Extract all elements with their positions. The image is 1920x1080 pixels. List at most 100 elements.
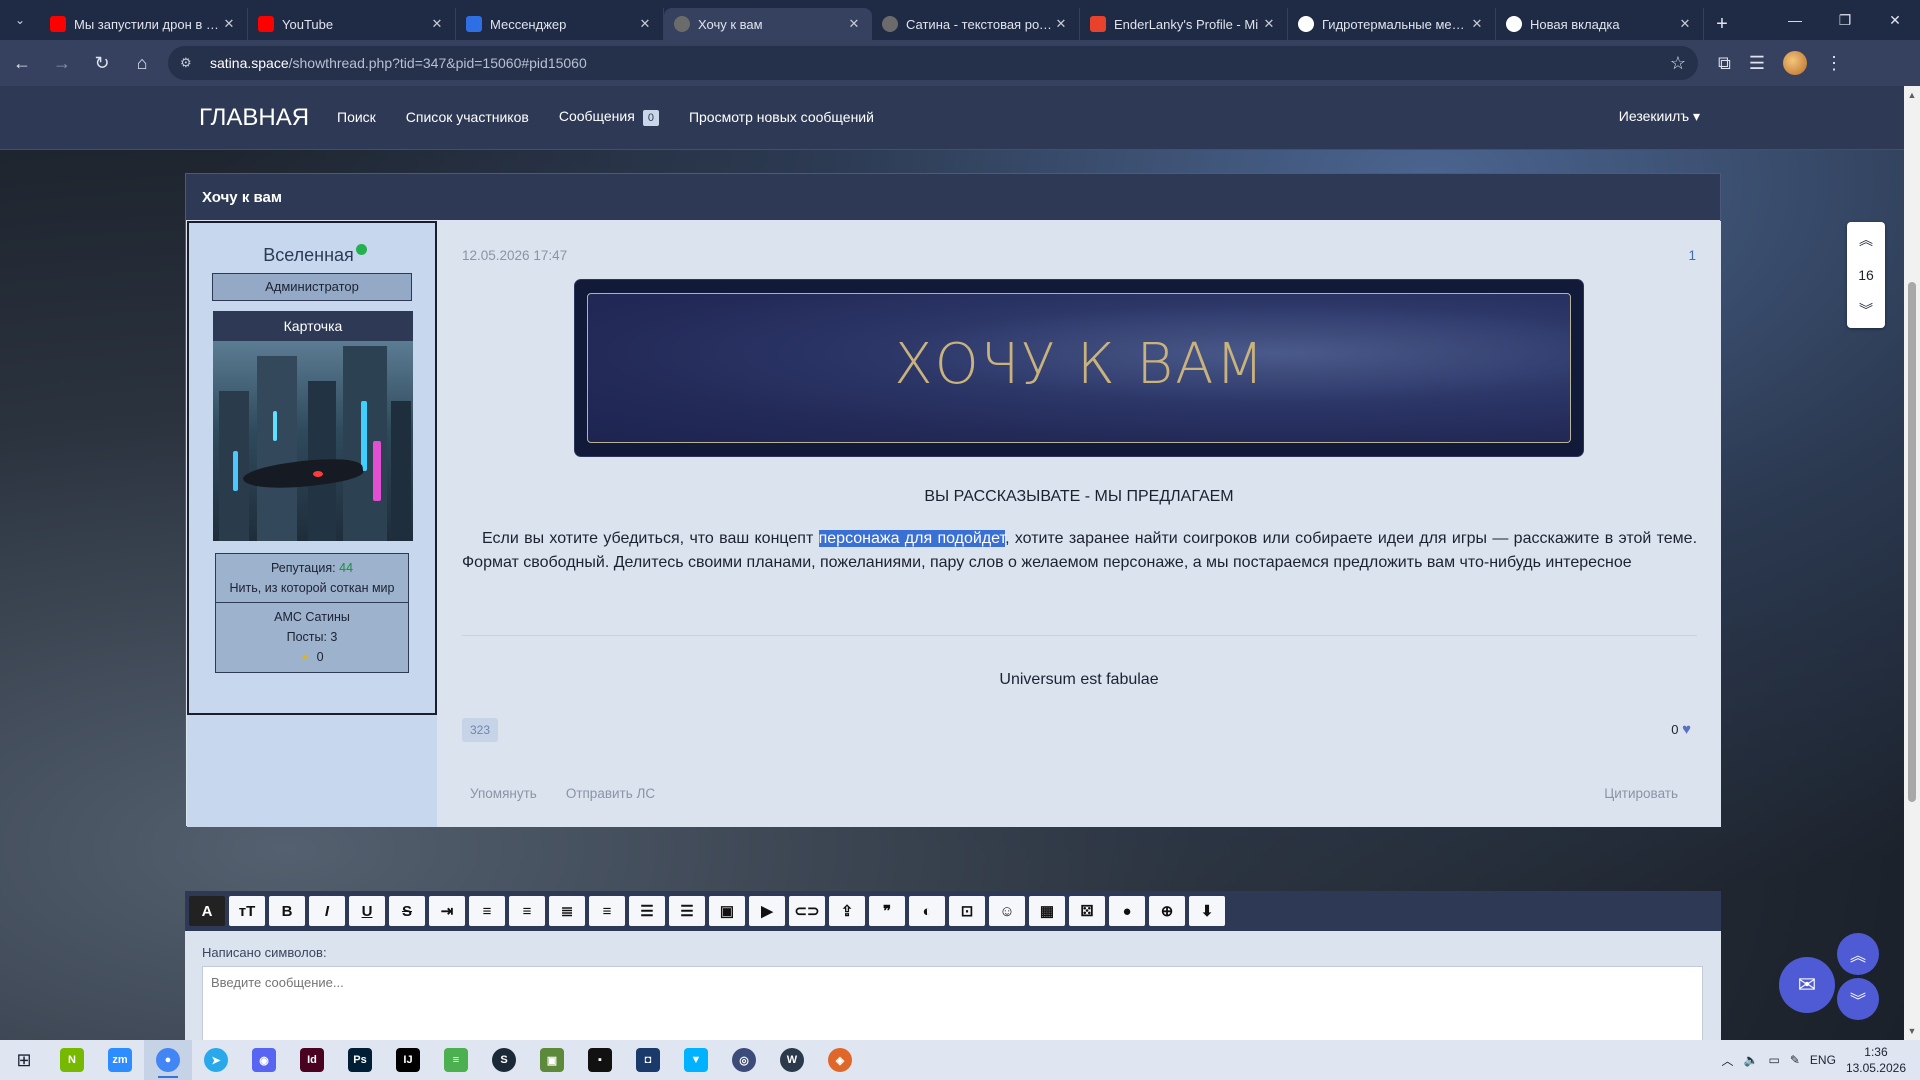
strikethrough-icon[interactable]: S: [389, 896, 425, 926]
taskbar-app-obs[interactable]: ◎: [720, 1040, 768, 1080]
browser-tab[interactable]: Сатина - текстовая ролев ✕: [872, 8, 1080, 40]
close-tab-icon[interactable]: ✕: [1469, 16, 1485, 32]
taskbar-app-steam[interactable]: S: [480, 1040, 528, 1080]
profile-avatar[interactable]: [1783, 51, 1807, 75]
font-size-icon[interactable]: тT: [229, 896, 265, 926]
minimize-icon[interactable]: —: [1770, 0, 1820, 40]
underline-icon[interactable]: U: [349, 896, 385, 926]
quote-button[interactable]: Цитировать: [1604, 786, 1678, 801]
close-tab-icon[interactable]: ✕: [429, 16, 445, 32]
taskbar-app-warcraft[interactable]: W: [768, 1040, 816, 1080]
message-input[interactable]: [202, 966, 1703, 1040]
italic-icon[interactable]: I: [309, 896, 345, 926]
chat-button[interactable]: ✉: [1779, 957, 1835, 1013]
scroll-up-arrow-icon[interactable]: ▲: [1904, 90, 1920, 100]
extensions-icon[interactable]: ⧉: [1718, 53, 1731, 74]
font-icon[interactable]: A: [189, 896, 225, 926]
close-tab-icon[interactable]: ✕: [1261, 16, 1277, 32]
dice-icon[interactable]: ⚄: [1069, 896, 1105, 926]
forward-icon[interactable]: →: [44, 45, 80, 81]
close-tab-icon[interactable]: ✕: [1677, 16, 1693, 32]
align-justify-icon[interactable]: ≣: [549, 896, 585, 926]
scroll-bottom-chevron-icon[interactable]: ︾: [1847, 292, 1885, 327]
reload-icon[interactable]: ↻: [84, 45, 120, 81]
clock[interactable]: 1:36 13.05.2026: [1846, 1044, 1906, 1076]
bold-icon[interactable]: B: [269, 896, 305, 926]
table-icon[interactable]: ▦: [1029, 896, 1065, 926]
home-link[interactable]: ГЛАВНАЯ: [199, 104, 309, 132]
insert-image-icon[interactable]: ▣: [709, 896, 745, 926]
browser-tab[interactable]: EnderLanky's Profile - Mi ✕: [1080, 8, 1288, 40]
align-center-icon[interactable]: ≡: [509, 896, 545, 926]
browser-tab[interactable]: Мессенджер ✕: [456, 8, 664, 40]
volume-icon[interactable]: 🔈: [1744, 1053, 1759, 1067]
align-right-icon[interactable]: ≡: [589, 896, 625, 926]
like-button[interactable]: 0 ♥: [1671, 721, 1691, 738]
color-palette-icon[interactable]: ◐: [909, 896, 945, 926]
tray-overflow-chevron-icon[interactable]: ︿: [1722, 1052, 1734, 1069]
author-name[interactable]: Вселенная: [263, 245, 354, 265]
close-tab-icon[interactable]: ✕: [1053, 16, 1069, 32]
home-icon[interactable]: ⌂: [124, 45, 160, 81]
close-tab-icon[interactable]: ✕: [221, 16, 237, 32]
browser-tab[interactable]: Мы запустили дрон в стр ✕: [40, 8, 248, 40]
address-bar[interactable]: ⚙ satina.space/showthread.php?tid=347&pi…: [168, 46, 1698, 80]
taskbar-app-terminal[interactable]: ▪: [576, 1040, 624, 1080]
send-pm-button[interactable]: Отправить ЛС: [566, 786, 655, 801]
character-card-title[interactable]: Карточка: [213, 311, 413, 341]
input-language[interactable]: ENG: [1810, 1053, 1836, 1067]
close-window-icon[interactable]: ✕: [1870, 0, 1920, 40]
user-tag-icon[interactable]: ●: [1109, 896, 1145, 926]
insert-link-icon[interactable]: ⊂⊃: [789, 896, 825, 926]
taskbar-app-blender[interactable]: ◈: [816, 1040, 864, 1080]
add-more-icon[interactable]: ⊕: [1149, 896, 1185, 926]
nav-messages-link[interactable]: Сообщения 0: [559, 108, 659, 126]
scroll-down-button[interactable]: ︾: [1837, 978, 1879, 1020]
reputation-value[interactable]: 44: [339, 561, 353, 575]
media-control-icon[interactable]: ☰: [1749, 53, 1765, 74]
new-tab-icon[interactable]: +: [1704, 8, 1740, 40]
taskbar-app-telegram[interactable]: ➤: [192, 1040, 240, 1080]
hide-content-lock-icon[interactable]: ⊡: [949, 896, 985, 926]
taskbar-app-zoom[interactable]: zm: [96, 1040, 144, 1080]
scroll-down-arrow-icon[interactable]: ▼: [1904, 1026, 1920, 1036]
close-tab-icon[interactable]: ✕: [637, 16, 653, 32]
current-page-number[interactable]: 16: [1847, 257, 1885, 292]
taskbar-app-photoshop[interactable]: Ps: [336, 1040, 384, 1080]
page-scrollbar[interactable]: ▲ ▼: [1904, 86, 1920, 1040]
indent-icon[interactable]: ⇥: [429, 896, 465, 926]
nav-members-link[interactable]: Список участников: [406, 109, 529, 125]
post-permalink[interactable]: 1: [1688, 248, 1696, 263]
emoji-icon[interactable]: ☺: [989, 896, 1025, 926]
insert-video-icon[interactable]: ▶: [749, 896, 785, 926]
back-icon[interactable]: ←: [4, 45, 40, 81]
nav-new-posts-link[interactable]: Просмотр новых сообщений: [689, 109, 874, 125]
windows-start-icon[interactable]: ⊞: [0, 1040, 48, 1080]
download-icon[interactable]: ⬇: [1189, 896, 1225, 926]
bookmark-star-icon[interactable]: ☆: [1670, 53, 1686, 74]
scroll-up-button[interactable]: ︽: [1837, 933, 1879, 975]
taskbar-app-discord[interactable]: ◉: [240, 1040, 288, 1080]
taskbar-app-notepad[interactable]: ≡: [432, 1040, 480, 1080]
quote-icon[interactable]: ❞: [869, 896, 905, 926]
taskbar-app-indesign[interactable]: Id: [288, 1040, 336, 1080]
taskbar-app-chrome[interactable]: ●: [144, 1040, 192, 1080]
network-icon[interactable]: ▭: [1769, 1053, 1780, 1067]
taskbar-app-intellij[interactable]: IJ: [384, 1040, 432, 1080]
wrap-text-icon[interactable]: ☰: [669, 896, 705, 926]
taskbar-app-vpn[interactable]: ▼: [672, 1040, 720, 1080]
browser-tab[interactable]: Гидротермальные места ✕: [1288, 8, 1496, 40]
scrollbar-thumb[interactable]: [1908, 282, 1916, 802]
pen-icon[interactable]: ✎: [1790, 1053, 1800, 1067]
browser-tab-active[interactable]: Хочу к вам ✕: [664, 8, 872, 40]
scroll-top-chevron-icon[interactable]: ︽: [1847, 222, 1885, 257]
site-info-icon[interactable]: ⚙: [180, 55, 198, 71]
user-menu-dropdown[interactable]: Иезекиилъ ▾: [1619, 108, 1700, 125]
upload-icon[interactable]: ⇪: [829, 896, 865, 926]
taskbar-app-minecraft[interactable]: ▣: [528, 1040, 576, 1080]
list-icon[interactable]: ☰: [629, 896, 665, 926]
taskbar-app-nvidia[interactable]: N: [48, 1040, 96, 1080]
tab-search-chevron-icon[interactable]: ⌄: [0, 0, 40, 40]
browser-tab[interactable]: Новая вкладка ✕: [1496, 8, 1704, 40]
taskbar-app-xbox[interactable]: ◘: [624, 1040, 672, 1080]
